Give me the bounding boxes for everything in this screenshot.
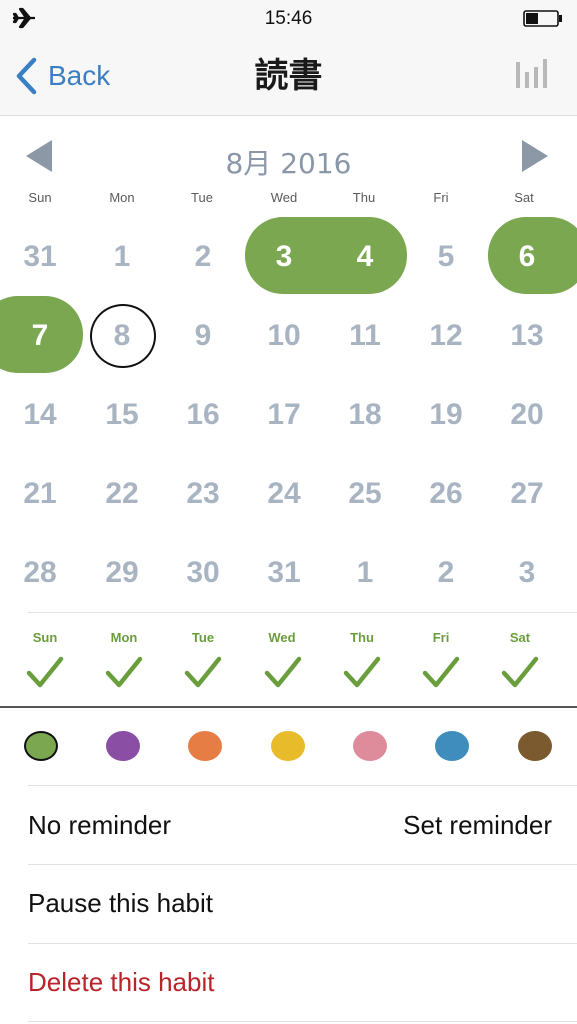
checkmark-icon[interactable] <box>105 655 143 689</box>
section-divider <box>0 706 577 708</box>
checkmark-icon[interactable] <box>343 655 381 689</box>
calendar-day[interactable]: 1 <box>82 218 162 296</box>
schedule-day-label: Sat <box>509 630 531 645</box>
calendar-day[interactable]: 20 <box>487 376 567 454</box>
calendar-day[interactable]: 26 <box>406 455 486 533</box>
set-reminder-button[interactable]: Set reminder <box>403 810 552 841</box>
schedule-day-label: Thu <box>350 630 374 645</box>
calendar-day[interactable]: 23 <box>163 455 243 533</box>
schedule-day-label: Mon <box>110 630 138 645</box>
calendar-day[interactable]: 13 <box>487 297 567 375</box>
checkmark-icon[interactable] <box>422 655 460 689</box>
calendar-day-completed[interactable]: 3 <box>244 218 324 296</box>
calendar-day[interactable]: 30 <box>163 534 243 612</box>
calendar-day[interactable]: 14 <box>0 376 80 454</box>
calendar-day[interactable]: 10 <box>244 297 324 375</box>
color-option-brown[interactable] <box>518 731 552 761</box>
color-option-blue[interactable] <box>435 731 469 761</box>
calendar-day-completed[interactable]: 7 <box>0 297 80 375</box>
calendar-day[interactable]: 9 <box>163 297 243 375</box>
color-option-yellow[interactable] <box>271 731 305 761</box>
calendar-day[interactable]: 31 <box>0 218 80 296</box>
checkmark-icon[interactable] <box>264 655 302 689</box>
calendar-day[interactable]: 3 <box>487 534 567 612</box>
calendar-day[interactable]: 27 <box>487 455 567 533</box>
color-option-green[interactable] <box>24 731 58 761</box>
color-option-pink[interactable] <box>353 731 387 761</box>
schedule-day-label: Tue <box>191 630 215 645</box>
calendar-day[interactable]: 25 <box>325 455 405 533</box>
calendar-day[interactable]: 18 <box>325 376 405 454</box>
calendar-day[interactable]: 16 <box>163 376 243 454</box>
schedule-day-label: Wed <box>268 630 296 645</box>
divider <box>28 943 577 944</box>
divider <box>28 785 577 786</box>
color-option-purple[interactable] <box>106 731 140 761</box>
divider <box>28 1021 577 1022</box>
calendar-day[interactable]: 2 <box>163 218 243 296</box>
calendar-grid: 31 1 2 3 4 5 6 7 8 9 10 11 12 13 14 15 1… <box>0 0 577 610</box>
checkmark-icon[interactable] <box>184 655 222 689</box>
schedule-day-label: Fri <box>432 630 450 645</box>
calendar-day[interactable]: 15 <box>82 376 162 454</box>
color-option-orange[interactable] <box>188 731 222 761</box>
calendar-day[interactable]: 24 <box>244 455 324 533</box>
checkmark-icon[interactable] <box>26 655 64 689</box>
calendar-day[interactable]: 29 <box>82 534 162 612</box>
schedule-day-label: Sun <box>32 630 58 645</box>
calendar-day[interactable]: 31 <box>244 534 324 612</box>
calendar-day-today[interactable]: 8 <box>82 297 162 375</box>
calendar-day-completed[interactable]: 4 <box>325 218 405 296</box>
calendar-day[interactable]: 2 <box>406 534 486 612</box>
delete-habit-button[interactable]: Delete this habit <box>28 967 214 998</box>
divider <box>28 612 577 613</box>
calendar-day[interactable]: 28 <box>0 534 80 612</box>
calendar-day[interactable]: 17 <box>244 376 324 454</box>
reminder-status: No reminder <box>28 810 172 840</box>
checkmark-icon[interactable] <box>501 655 539 689</box>
calendar-day[interactable]: 11 <box>325 297 405 375</box>
calendar-day[interactable]: 19 <box>406 376 486 454</box>
divider <box>28 864 577 865</box>
calendar-day[interactable]: 21 <box>0 455 80 533</box>
pause-habit-button[interactable]: Pause this habit <box>28 888 213 919</box>
calendar-day[interactable]: 1 <box>325 534 405 612</box>
calendar-day[interactable]: 12 <box>406 297 486 375</box>
calendar-day-completed[interactable]: 6 <box>487 218 567 296</box>
calendar-day[interactable]: 22 <box>82 455 162 533</box>
calendar-day[interactable]: 5 <box>406 218 486 296</box>
